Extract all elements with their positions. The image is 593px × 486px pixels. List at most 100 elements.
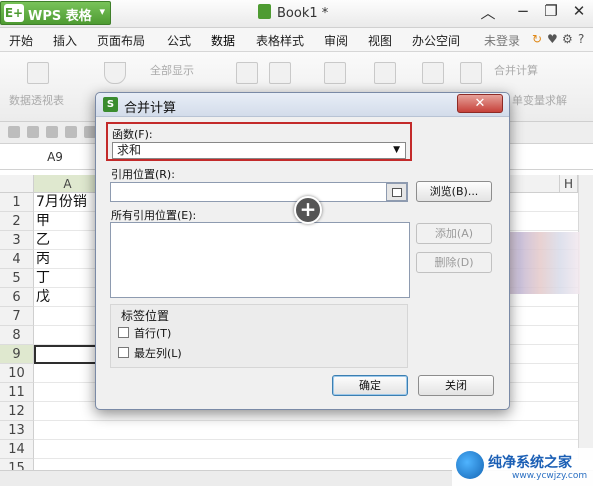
close-button[interactable]: 关闭 xyxy=(418,375,494,396)
row-header[interactable]: 4 xyxy=(0,250,34,269)
first-row-label[interactable]: 首行(T) xyxy=(134,325,171,341)
add-button[interactable]: 添加(A) xyxy=(416,223,492,244)
cell-a[interactable]: 甲 xyxy=(34,212,96,231)
reference-label: 引用位置(R): xyxy=(111,168,175,181)
row-header[interactable]: 12 xyxy=(0,402,34,421)
row-header[interactable]: 5 xyxy=(0,269,34,288)
spreadsheet-icon xyxy=(258,4,271,19)
tab-home[interactable]: 开始 xyxy=(9,32,33,49)
label-position-group: 标签位置 首行(T) 最左列(L) xyxy=(110,304,408,368)
vertical-scrollbar[interactable] xyxy=(578,175,593,460)
first-row-checkbox[interactable] xyxy=(118,327,129,338)
cell-a[interactable]: 戊 xyxy=(34,288,96,307)
consolidate-dialog: S 合并计算 ✕ 函数(F): 求和 ▼ 引用位置(R): 浏览(B)... 所… xyxy=(95,92,510,410)
pivot-table-icon[interactable] xyxy=(27,62,49,84)
filter-icon[interactable] xyxy=(104,62,126,84)
site-logo-icon xyxy=(456,451,484,479)
row-header[interactable]: 10 xyxy=(0,364,34,383)
cell-a[interactable]: 丁 xyxy=(34,269,96,288)
close-icon[interactable]: ✕ xyxy=(569,2,589,20)
function-select-value: 求和 xyxy=(117,143,142,157)
single-var-solve-label[interactable]: 单变量求解 xyxy=(512,92,567,108)
tab-formulas[interactable]: 公式 xyxy=(167,32,191,49)
cell-a[interactable] xyxy=(34,307,96,326)
maximize-icon[interactable]: ❐ xyxy=(541,2,561,20)
left-column-label[interactable]: 最左列(L) xyxy=(134,345,182,361)
wps-menu-button[interactable]: E+ WPS 表格 ▾ xyxy=(0,1,111,25)
dialog-titlebar[interactable]: S 合并计算 ✕ xyxy=(96,93,509,117)
skin-icon[interactable]: ♥ xyxy=(547,32,558,46)
row-header[interactable]: 14 xyxy=(0,440,34,459)
tab-review[interactable]: 审阅 xyxy=(324,32,348,49)
ribbon-collapse-icon[interactable]: ︿ xyxy=(478,2,498,23)
remove-duplicates-icon[interactable] xyxy=(460,62,482,84)
settings-icon[interactable]: ⚙ xyxy=(562,32,573,46)
row-header[interactable]: 7 xyxy=(0,307,34,326)
row-header[interactable]: 13 xyxy=(0,421,34,440)
new-file-icon[interactable] xyxy=(8,126,20,138)
column-header-a[interactable]: A xyxy=(34,175,102,193)
title-bar: E+ WPS 表格 ▾ Book1 * ︿ − ❐ ✕ xyxy=(0,0,593,28)
cell-a[interactable] xyxy=(34,440,96,459)
row-header[interactable]: 11 xyxy=(0,383,34,402)
consolidate-label[interactable]: 合并计算 xyxy=(494,62,538,78)
function-section: 函数(F): 求和 ▼ xyxy=(106,122,412,161)
row-header[interactable]: 8 xyxy=(0,326,34,345)
tab-page-layout[interactable]: 页面布局 xyxy=(97,32,145,49)
save-icon[interactable] xyxy=(27,126,39,138)
column-header-h[interactable]: H xyxy=(560,175,578,193)
delete-button[interactable]: 删除(D) xyxy=(416,252,492,273)
refresh-icon[interactable]: ↻ xyxy=(532,32,542,46)
tab-insert[interactable]: 插入 xyxy=(53,32,77,49)
function-label: 函数(F): xyxy=(112,128,153,141)
row-header[interactable]: 2 xyxy=(0,212,34,231)
ok-button[interactable]: 确定 xyxy=(332,375,408,396)
all-references-list[interactable] xyxy=(110,222,410,298)
cell-a[interactable] xyxy=(34,402,96,421)
cell-a[interactable]: 丙 xyxy=(34,250,96,269)
label-position-title: 标签位置 xyxy=(121,309,170,323)
help-icon[interactable]: ? xyxy=(578,32,584,46)
select-all-corner[interactable] xyxy=(0,175,34,193)
cell-a[interactable] xyxy=(34,364,96,383)
all-references-label: 所有引用位置(E): xyxy=(111,209,197,222)
row-header[interactable]: 3 xyxy=(0,231,34,250)
name-box[interactable]: A9 xyxy=(0,147,110,167)
wps-logo-icon: E+ xyxy=(4,4,24,22)
pivot-table-label[interactable]: 数据透视表 xyxy=(9,92,64,108)
row-header[interactable]: 9 xyxy=(0,345,34,364)
show-all-label[interactable]: 全部显示 xyxy=(150,62,194,78)
menu-bar: 开始 插入 页面布局 公式 数据 表格样式 审阅 视图 办公空间 未登录 ↻ ♥… xyxy=(0,28,593,52)
split-column-icon[interactable] xyxy=(422,62,444,84)
row-header[interactable]: 6 xyxy=(0,288,34,307)
cell-a[interactable]: 7月份销 xyxy=(34,193,96,212)
function-select[interactable]: 求和 ▼ xyxy=(112,142,406,159)
row-header[interactable]: 1 xyxy=(0,193,34,212)
sort-ascending-icon[interactable] xyxy=(236,62,258,84)
print-icon[interactable] xyxy=(46,126,58,138)
active-cell[interactable] xyxy=(34,345,100,364)
sort-descending-icon[interactable] xyxy=(269,62,291,84)
highlight-duplicates-icon[interactable] xyxy=(324,62,346,84)
browse-button[interactable]: 浏览(B)... xyxy=(416,181,492,202)
left-column-checkbox[interactable] xyxy=(118,347,129,358)
cell-a[interactable]: 乙 xyxy=(34,231,96,250)
cell-a[interactable] xyxy=(34,326,96,345)
dialog-close-button[interactable]: ✕ xyxy=(457,94,503,113)
tab-table-style[interactable]: 表格样式 xyxy=(256,32,304,49)
tab-data[interactable]: 数据 xyxy=(211,32,235,49)
minimize-icon[interactable]: − xyxy=(513,2,533,20)
preview-icon[interactable] xyxy=(65,126,77,138)
grid-line xyxy=(96,420,578,421)
reference-input[interactable] xyxy=(110,182,408,202)
login-status[interactable]: 未登录 xyxy=(484,32,520,49)
tab-view[interactable]: 视图 xyxy=(368,32,392,49)
cell-a[interactable] xyxy=(34,421,96,440)
dropdown-arrow-icon: ▼ xyxy=(393,145,400,155)
cell-a[interactable] xyxy=(34,383,96,402)
tab-office-space[interactable]: 办公空间 xyxy=(412,32,460,49)
validation-icon[interactable] xyxy=(374,62,396,84)
add-circle-icon: + xyxy=(294,196,322,224)
range-picker-button[interactable] xyxy=(386,183,407,201)
grid-line xyxy=(96,439,578,440)
